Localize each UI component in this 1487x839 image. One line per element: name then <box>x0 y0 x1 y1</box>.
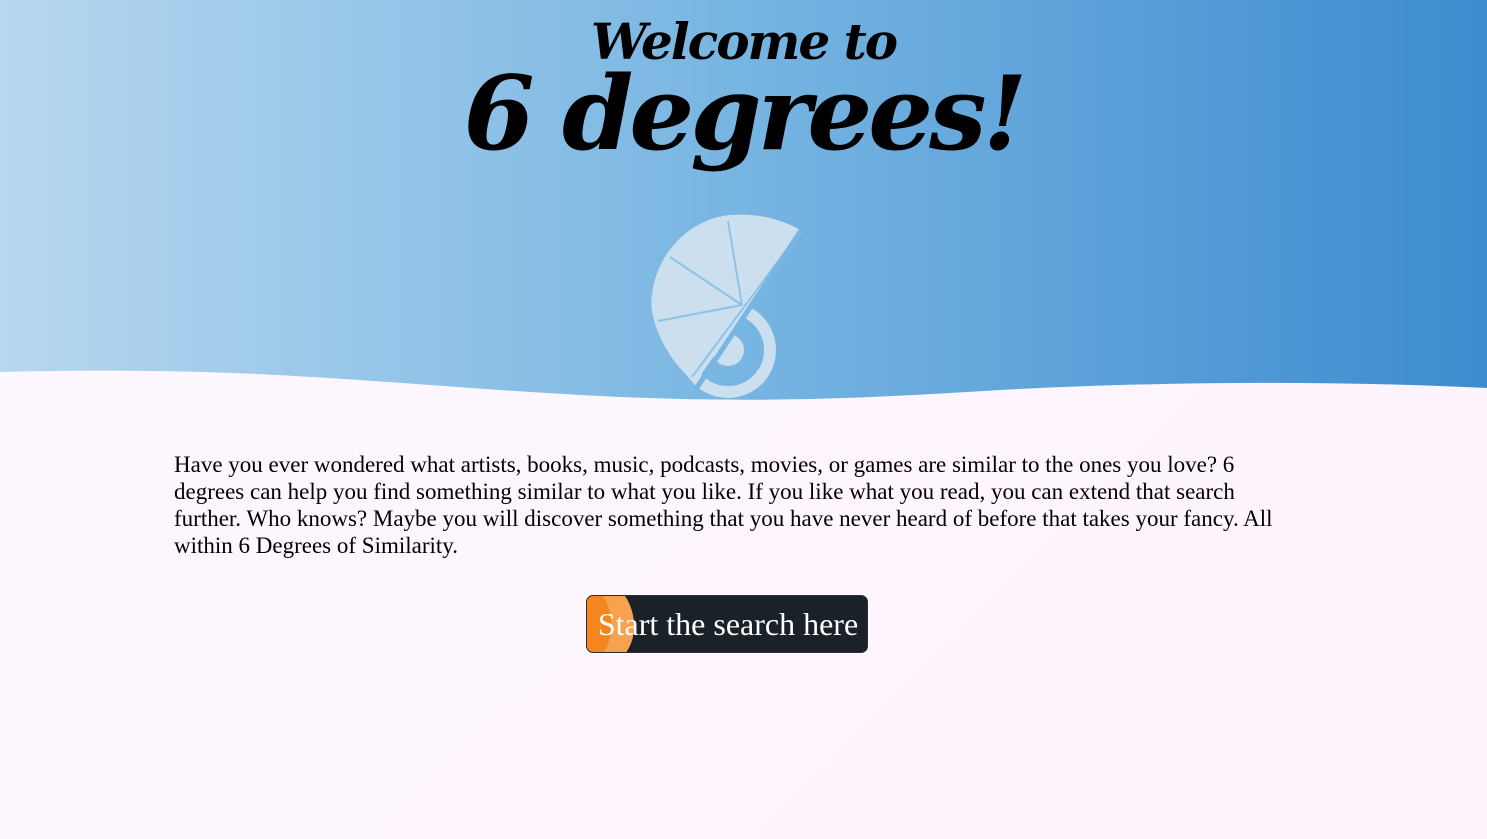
start-search-button-label: Start the search here <box>597 606 859 642</box>
six-degrees-logo-icon <box>651 214 805 398</box>
intro-paragraph: Have you ever wondered what artists, boo… <box>174 452 1273 558</box>
start-search-button[interactable]: Start the search here <box>586 595 868 653</box>
site-title: 6 degrees! <box>463 54 1028 174</box>
hero-banner: Welcome to 6 degrees! <box>0 0 1487 410</box>
